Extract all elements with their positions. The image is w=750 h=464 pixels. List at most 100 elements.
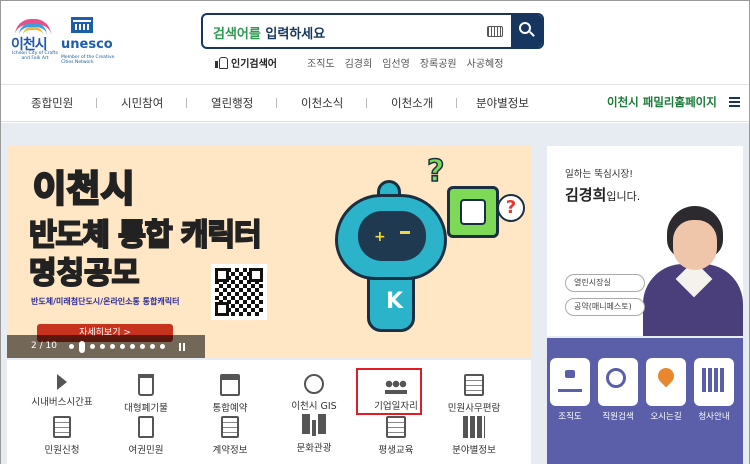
palm-icon [312,420,316,436]
service-item[interactable]: 계약정보 [187,416,273,456]
nav-item-participation[interactable]: 시민참여 [121,95,163,111]
pager-dot[interactable] [160,344,165,349]
popular-keywords-label: 인기검색어 [231,58,277,70]
books-icon [463,416,485,438]
nav-item-about[interactable]: 이천소개 [391,95,433,111]
service-item[interactable]: 통합예약 [187,374,273,414]
map-pin-icon [654,364,678,388]
quick-directions[interactable] [646,358,686,406]
nav-divider [186,98,187,108]
chip-screen [460,199,486,225]
quick-menu: 조직도 직원검색 오시는길 청사안내 [547,338,743,464]
manifesto-button[interactable]: 공약(매니페스토) [565,298,645,316]
service-item[interactable]: 민원신청 [19,416,105,456]
highlight-box [356,368,422,415]
mascot-eye [400,231,410,234]
popular-keyword[interactable]: 장록공원 [420,55,457,70]
pager-dot[interactable] [110,344,115,349]
pager-dot[interactable] [120,344,125,349]
service-item[interactable]: 여권민원 [103,416,189,456]
unesco-logo[interactable]: unesco Member of the Creative Cities Net… [61,13,127,69]
pager-dot[interactable] [79,341,85,353]
question-bubble-icon: ? [497,194,525,222]
nav-divider [456,98,457,108]
mayor-greeting: 일하는 뚝심시장! [565,169,634,180]
service-label: 여권민원 [128,445,164,456]
pager-dot[interactable] [69,344,74,349]
quick-directions-label: 오시는길 [650,412,682,422]
service-item[interactable]: 민원사무편람 [431,374,517,414]
open-mayor-office-button[interactable]: 열린시장실 [565,274,645,292]
pager-dot[interactable] [150,344,155,349]
building-icon [702,368,726,392]
form-icon [53,416,71,438]
pause-icon[interactable] [179,343,185,351]
quick-org-chart-label: 조직도 [558,412,582,422]
popular-keywords: 인기검색어 조직도 김경희 임선영 장록공원 사공혜정 [215,53,513,71]
mascot-head: + [335,194,447,280]
search-button[interactable] [511,15,542,47]
service-item[interactable]: 시내버스시간표 [19,374,105,408]
semiconductor-chip-icon [447,186,499,238]
qr-finder [249,268,263,282]
popular-keyword[interactable]: 사공혜정 [467,55,504,70]
search-placeholder-part2: 입력하세요 [265,27,326,42]
nav-item-civil-service[interactable]: 종합민원 [31,95,73,111]
photo-face [673,220,717,270]
hamburger-menu-icon[interactable] [729,97,740,107]
main-banner[interactable]: 이천시 반도체 통합 캐릭터 명칭공모 반도체/미래첨단도시/온라인소통 통합캐… [7,146,531,358]
search-icon-handle [529,31,535,37]
nav-divider [96,98,97,108]
passport-icon [138,416,154,438]
pager-dot[interactable] [90,344,95,349]
org-chart-icon-top [565,370,575,378]
quick-staff-search-label: 직원검색 [602,412,634,422]
service-item[interactable]: 평생교육 [353,416,439,456]
service-label: 민원사무편람 [447,403,501,414]
pager-count: 2 / 10 [31,341,57,351]
popular-keyword[interactable]: 조직도 [307,55,335,70]
service-item[interactable]: 분야별정보 [431,416,517,456]
unesco-logo-word: unesco [61,37,113,52]
popular-keyword[interactable]: 김경희 [345,55,373,70]
nav-item-news[interactable]: 이천소식 [301,95,343,111]
search-input[interactable]: 검색어를 입력하세요 [213,23,325,42]
nav-divider [366,98,367,108]
trash-icon [138,374,154,396]
logo-area[interactable]: 이천시 Icheon City of Crafts and Folk Art u… [9,13,127,69]
service-item[interactable]: 이천시 GIS [271,374,357,412]
service-label: 통합예약 [212,403,248,414]
mayor-card: 일하는 뚝심시장! 김경희입니다. 열린시장실 공약(매니페스토) [547,146,743,336]
service-label: 계약정보 [212,445,248,456]
search-box[interactable]: 검색어를 입력하세요 [201,13,544,49]
mascot-face: + [358,211,426,261]
icheon-logo[interactable]: 이천시 Icheon City of Crafts and Folk Art [9,17,59,67]
banner-pager: 2 / 10 [7,335,205,358]
quick-org-chart[interactable] [550,358,590,406]
mayor-name-line: 김경희입니다. [565,184,640,205]
icheon-logo-subtitle: Icheon City of Crafts and Folk Art [12,51,58,61]
book-icon [464,374,484,396]
service-label: 문화관광 [296,443,332,454]
pager-dot[interactable] [140,344,145,349]
service-label: 민원신청 [44,445,80,456]
service-label: 평생교육 [378,445,414,456]
pager-dot[interactable] [100,344,105,349]
nav-item-open-admin[interactable]: 열린행정 [211,95,253,111]
pager-dot[interactable] [130,344,135,349]
contract-icon [221,416,239,438]
quick-staff-search[interactable] [598,358,638,406]
nav-item-field-info[interactable]: 분야별정보 [476,95,529,111]
popular-keyword[interactable]: 임선영 [382,55,410,70]
service-item[interactable]: 문화관광 [271,416,357,454]
service-item[interactable]: 대형폐기물 [103,374,189,414]
unesco-logo-subtitle: Member of the Creative Cities Network [61,55,115,65]
search-placeholder-part1: 검색어를 [213,27,266,42]
service-label: 대형폐기물 [124,403,168,414]
main-nav: 종합민원 시민참여 열린행정 이천소식 이천소개 분야별정보 이천시 패밀리홈페… [1,85,749,122]
megaphone-icon [57,374,67,390]
mascot-k-mark: K [386,289,404,314]
quick-building-guide[interactable] [694,358,734,406]
keyboard-icon[interactable] [487,26,503,37]
family-site-link[interactable]: 이천시 패밀리홈페이지 [607,94,717,110]
